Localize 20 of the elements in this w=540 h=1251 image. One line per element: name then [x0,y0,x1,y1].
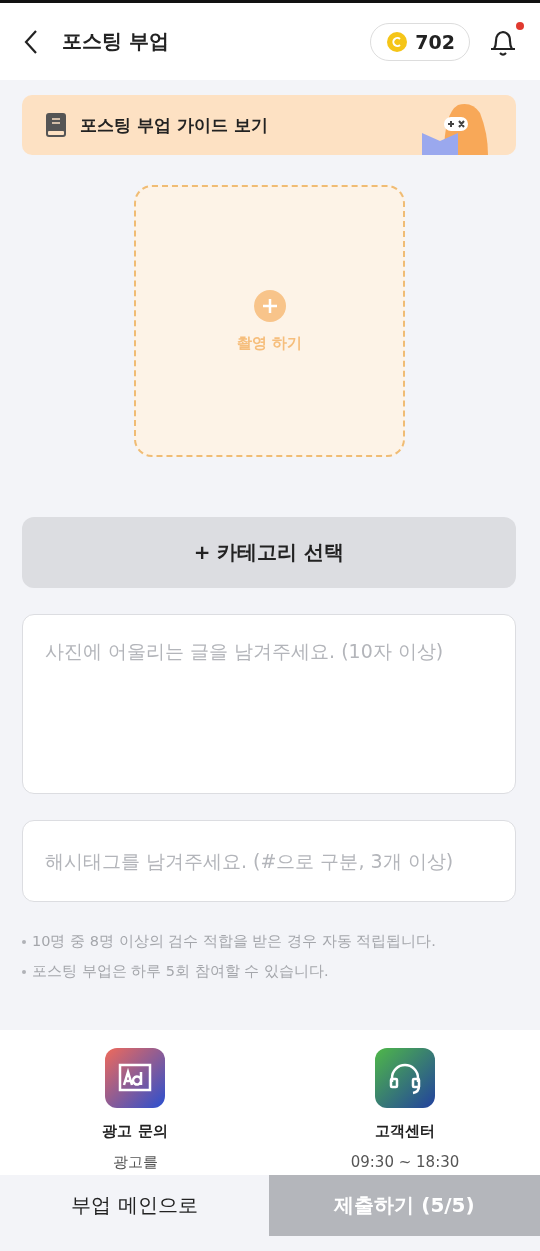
page-title: 포스팅 부업 [62,28,170,55]
contact-title: 광고 문의 [102,1122,168,1141]
contact-subtitle: 광고를 [112,1153,158,1172]
content-input-field[interactable]: 사진에 어울리는 글을 남겨주세요. (10자 이상) [22,614,516,794]
guide-banner[interactable]: 포스팅 부업 가이드 보기 [22,95,516,155]
guide-note: 포스팅 부업은 하루 5회 참여할 수 있습니다. [32,962,329,981]
ad-icon[interactable] [105,1048,165,1108]
headset-icon[interactable] [375,1048,435,1108]
book-icon [46,113,66,137]
plus-icon [253,289,286,322]
guide-note: 10명 중 8명 이상의 검수 적합을 받은 경우 자동 적립됩니다. [32,932,436,951]
contact-subtitle: 09:30 ~ 18:30 [350,1153,460,1171]
bullet-icon [22,939,26,944]
hashtag-input-field[interactable]: 해시태그를 남겨주세요. (#으로 구분, 3개 이상) [22,820,516,902]
coin-icon [387,31,408,52]
category-select-button[interactable]: + 카테고리 선택 [22,517,516,588]
character-drawing [422,103,490,155]
contact-title: 고객센터 [375,1122,435,1141]
bullet-icon [22,969,26,974]
back-icon[interactable] [24,28,38,55]
